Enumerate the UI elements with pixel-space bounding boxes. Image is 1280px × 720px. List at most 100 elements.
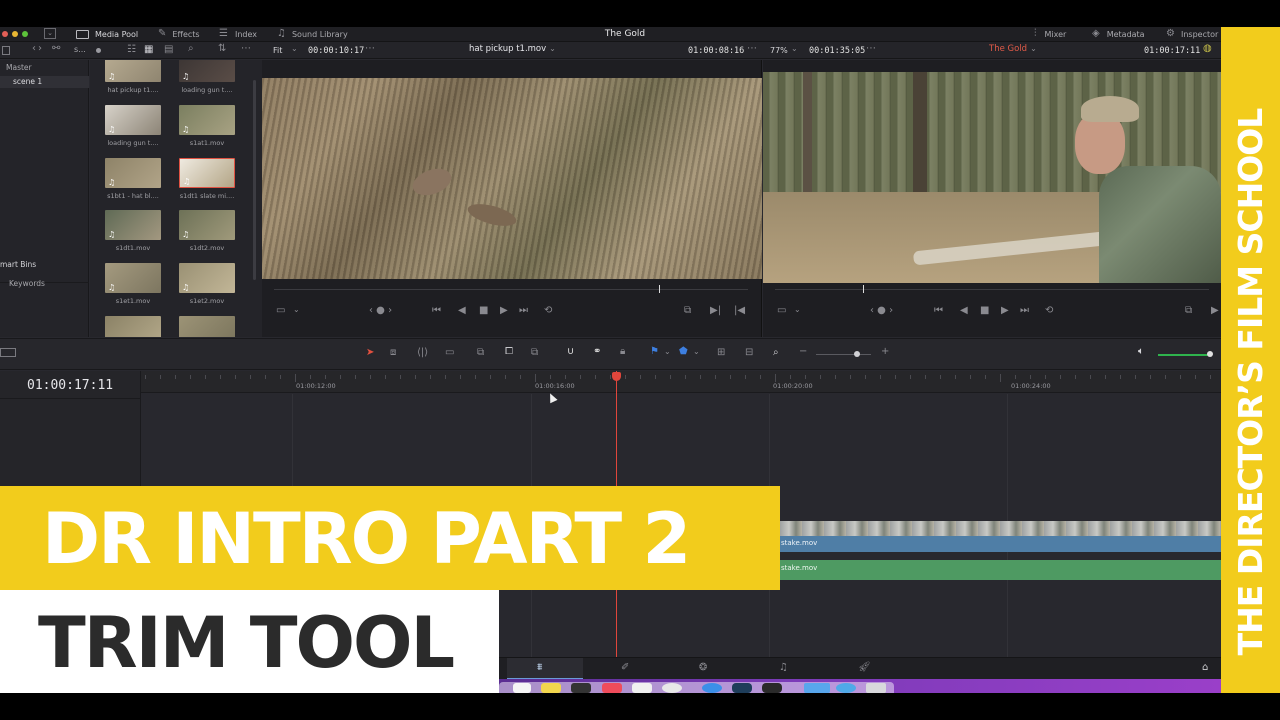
photos-app-icon[interactable]	[632, 683, 652, 693]
timeline-next-icon[interactable]: ▶	[1211, 306, 1219, 316]
volume-slider-handle[interactable]	[1207, 351, 1213, 357]
timeline-play-reverse-icon[interactable]: ◀	[960, 306, 968, 316]
bin-search-field[interactable]: s...	[74, 45, 86, 54]
metadata-button[interactable]: ◈ Metadata	[1092, 27, 1145, 41]
timeline-scrubber-handle[interactable]	[863, 285, 864, 293]
back-nav-icon[interactable]: ‹	[32, 44, 36, 54]
source-loop-icon[interactable]: ⟲	[544, 306, 552, 316]
downloads-folder-icon[interactable]	[836, 683, 856, 693]
music-app-icon[interactable]	[602, 683, 622, 693]
clip-thumbnail[interactable]: ♫	[179, 60, 235, 82]
bin-more-icon[interactable]: ⋯	[241, 44, 251, 54]
clip-thumbnail[interactable]: ♫	[105, 105, 161, 135]
zoom-full-icon[interactable]: ⊞	[717, 348, 725, 358]
source-scrubber-track[interactable]	[274, 289, 748, 290]
zoom-slider-track[interactable]	[816, 354, 871, 355]
timeline-match-frame-icon[interactable]: ⧉	[1185, 306, 1192, 316]
timeline-ruler[interactable]: 01:00:12:00 01:00:16:00 01:00:20:00 01:00:2…	[141, 371, 1221, 393]
playhead-head[interactable]	[612, 372, 621, 381]
trim-tool-icon[interactable]: ⧈	[390, 348, 396, 358]
zoom-slider-handle[interactable]	[854, 351, 860, 357]
dynamic-trim-icon[interactable]: ⟨|⟩	[417, 348, 428, 358]
filmstrip-view-icon[interactable]: ▤	[164, 45, 173, 55]
position-lock-icon[interactable]: 🔒︎	[620, 347, 625, 357]
sort-icon[interactable]: ⇅	[218, 44, 226, 54]
source-jog-icon[interactable]: ‹ ● ›	[369, 306, 392, 316]
timeline-zoom-chevron-icon[interactable]: ⌄	[791, 45, 798, 53]
source-options-icon[interactable]: ⋯	[365, 44, 375, 54]
source-play-icon[interactable]: ▶	[500, 306, 508, 316]
bin-master[interactable]: Master	[6, 63, 32, 72]
source-safe-area-icon[interactable]: ▭	[276, 306, 285, 316]
calendar-app-icon[interactable]	[513, 683, 531, 693]
chrome-app-icon[interactable]	[662, 683, 682, 693]
mixer-button[interactable]: ⫶ Mixer	[1034, 27, 1066, 41]
source-video-frame[interactable]	[262, 78, 762, 279]
timeline-scrubber-track[interactable]	[775, 289, 1209, 290]
volume-speaker-icon[interactable]: 🔈︎	[1138, 347, 1144, 357]
snapping-icon[interactable]: ∪	[567, 347, 574, 357]
link-icon[interactable]: ⚯	[52, 44, 60, 54]
clip-thumbnail[interactable]: ♫	[105, 263, 161, 293]
terminal-app-icon[interactable]	[571, 683, 591, 693]
media-pool-button[interactable]: Media Pool	[76, 27, 138, 41]
selection-tool-icon[interactable]: ➤	[366, 348, 374, 358]
source-play-reverse-icon[interactable]: ◀	[458, 306, 466, 316]
clip-thumbnail[interactable]: ♫	[105, 60, 161, 82]
source-menu-icon[interactable]: ⋯	[747, 44, 757, 54]
source-match-frame-icon[interactable]: ⧉	[684, 306, 691, 316]
source-stop-icon[interactable]: ■	[479, 306, 488, 316]
inspector-button[interactable]: ⚙ Inspector	[1166, 27, 1218, 41]
thumbnail-view-icon[interactable]: ▦	[144, 45, 153, 55]
source-go-start-icon[interactable]: ⏮	[432, 306, 441, 316]
timeline-video-frame[interactable]	[763, 72, 1221, 283]
safari-app-icon[interactable]	[702, 683, 722, 693]
clip-thumbnail[interactable]: ♫	[179, 316, 235, 337]
window-controls[interactable]	[2, 31, 32, 38]
maximize-window-icon[interactable]	[22, 31, 28, 37]
zoom-in-icon[interactable]: +	[881, 347, 889, 357]
replace-clip-icon[interactable]: ⧉	[531, 348, 538, 358]
overwrite-clip-icon[interactable]: ⧠	[505, 347, 513, 357]
index-button[interactable]: ☰ Index	[219, 27, 257, 41]
video-clip[interactable]: stake.mov	[780, 521, 1221, 553]
timeline-view-options-icon[interactable]	[0, 348, 16, 357]
linked-selection-icon[interactable]: ⚭	[593, 347, 601, 357]
trash-icon[interactable]	[866, 683, 886, 693]
slack-app-icon[interactable]	[762, 683, 782, 693]
panel-toggle-icon[interactable]: ⌄	[44, 28, 56, 39]
source-scrubber-handle[interactable]	[659, 285, 660, 293]
deliver-page-icon[interactable]: 🚀︎	[858, 663, 871, 673]
clip-thumbnail[interactable]: ♫	[179, 263, 235, 293]
timeline-selector[interactable]: The Gold ⌄	[989, 44, 1037, 54]
flag-chevron-icon[interactable]: ⌄	[664, 348, 671, 356]
fairlight-page-icon[interactable]: ♫	[779, 663, 788, 673]
clip-grid-scrollbar[interactable]	[253, 80, 256, 280]
list-view-icon[interactable]: ☷	[127, 45, 136, 55]
bin-list-toggle-icon[interactable]	[2, 46, 10, 55]
timeline-stop-icon[interactable]: ■	[980, 306, 989, 316]
home-icon[interactable]: ⌂	[1202, 663, 1208, 673]
zoom-detail-icon[interactable]: ⊟	[745, 348, 753, 358]
timeline-zoom[interactable]: 77%	[770, 46, 788, 55]
search-icon[interactable]: ⌕	[188, 44, 194, 54]
blade-tool-icon[interactable]: ▭	[445, 348, 454, 358]
volume-slider-track[interactable]	[1158, 354, 1210, 356]
flag-icon[interactable]: ⚑	[650, 347, 659, 357]
timeline-viewer-options-icon[interactable]: ⋯	[866, 44, 876, 54]
timeline-play-icon[interactable]: ▶	[1001, 306, 1009, 316]
minimize-window-icon[interactable]	[12, 31, 18, 37]
zoom-custom-icon[interactable]: ⌕	[773, 348, 779, 358]
timeline-jog-icon[interactable]: ‹ ● ›	[870, 306, 893, 316]
close-window-icon[interactable]	[2, 31, 8, 37]
source-safe-area-chevron-icon[interactable]: ⌄	[293, 306, 300, 314]
forward-nav-icon[interactable]: ›	[38, 44, 42, 54]
timeline-go-start-icon[interactable]: ⏮	[934, 306, 943, 316]
clip-thumbnail[interactable]: ♫	[179, 105, 235, 135]
clip-thumbnail[interactable]: ♫	[179, 158, 235, 188]
effects-button[interactable]: ✎ Effects	[158, 27, 200, 41]
resolve-app-icon[interactable]	[732, 683, 752, 693]
source-prev-icon[interactable]: |◀	[734, 306, 745, 316]
sound-library-button[interactable]: ♫ Sound Library	[277, 27, 348, 41]
clip-thumbnail[interactable]: ♫	[105, 158, 161, 188]
